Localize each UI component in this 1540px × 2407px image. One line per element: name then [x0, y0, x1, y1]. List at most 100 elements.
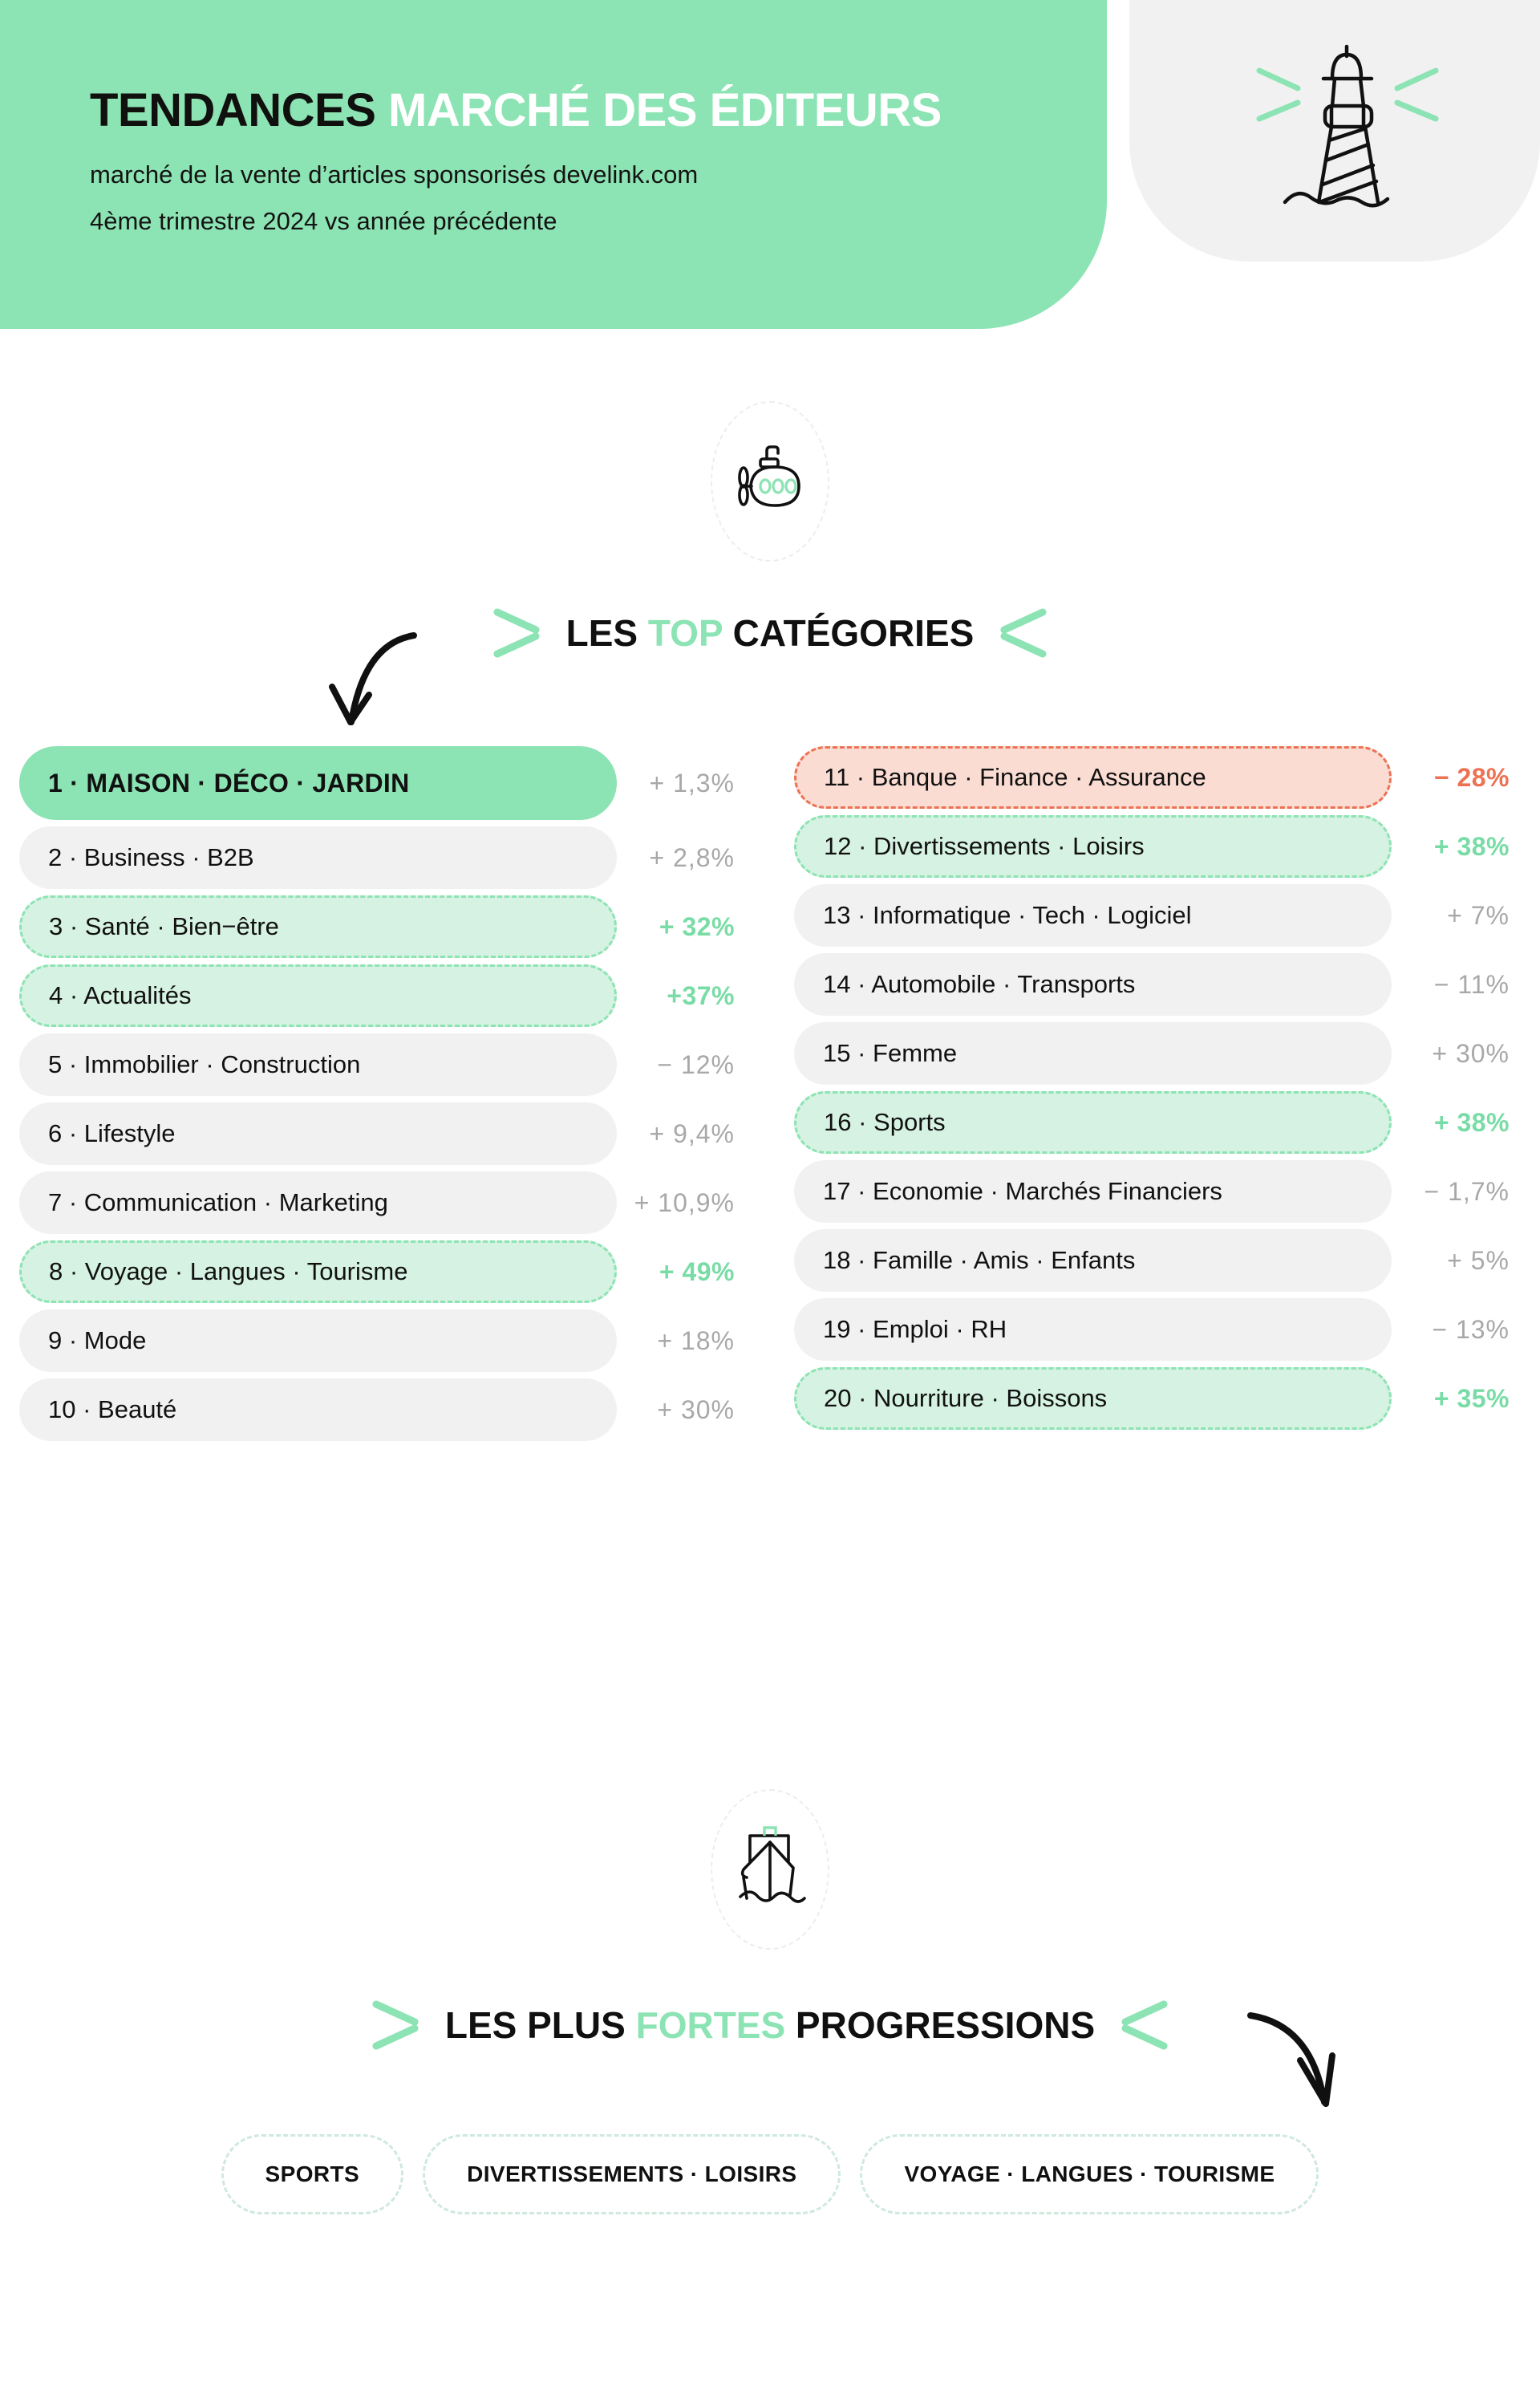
- category-label: 10 · Beauté: [48, 1395, 177, 1423]
- category-row[interactable]: 15 · Femme + 30%: [794, 1022, 1516, 1085]
- progression-tag[interactable]: DIVERTISSEMENTS · LOISIRS: [423, 2134, 841, 2214]
- category-pill[interactable]: 20 · Nourriture · Boissons: [794, 1367, 1392, 1430]
- categories-column-left: 1 · MAISON · DÉCO · JARDIN + 1,3% 2 · Busi…: [19, 746, 741, 1447]
- curved-arrow-down-left-icon: [329, 632, 417, 725]
- category-label: 15 · Femme: [823, 1039, 958, 1067]
- section-title-prefix-2: LES PLUS: [444, 2004, 636, 2046]
- category-percentage: + 38%: [1433, 831, 1510, 861]
- section-title-suffix: CATÉGORIES: [722, 612, 975, 654]
- category-pill[interactable]: 11 · Banque · Finance · Assurance: [794, 746, 1392, 809]
- category-label: 20 · Nourriture · Boissons: [824, 1384, 1108, 1412]
- category-label: 8 · Voyage · Langues · Tourisme: [49, 1257, 408, 1285]
- category-pill[interactable]: 15 · Femme: [794, 1022, 1392, 1085]
- categories-column-right: 11 · Banque · Finance · Assurance − 28% 12…: [794, 746, 1516, 1436]
- category-row[interactable]: 6 · Lifestyle + 9,4%: [19, 1102, 741, 1165]
- category-pill[interactable]: 12 · Divertissements · Loisirs: [794, 815, 1392, 878]
- category-label: 11 · Banque · Finance · Assurance: [824, 763, 1206, 791]
- section-title-highlight-2: FORTES: [635, 2004, 786, 2046]
- section-title-top-categories: LES TOP CATÉGORIES: [566, 611, 975, 655]
- category-pill[interactable]: 4 · Actualités: [19, 964, 617, 1027]
- category-label: 7 · Communication · Marketing: [48, 1188, 388, 1216]
- category-percentage: + 30%: [657, 1394, 735, 1424]
- category-pill[interactable]: 1 · MAISON · DÉCO · JARDIN: [19, 746, 617, 820]
- category-pill[interactable]: 6 · Lifestyle: [19, 1102, 617, 1165]
- category-row[interactable]: 4 · Actualités +37%: [19, 964, 741, 1027]
- category-label: 3 · Santé · Bien−être: [49, 912, 279, 940]
- category-percentage: + 18%: [657, 1325, 735, 1355]
- category-label: 1 · MAISON · DÉCO · JARDIN: [48, 768, 410, 798]
- category-pill[interactable]: 3 · Santé · Bien−être: [19, 895, 617, 958]
- category-pill[interactable]: 16 · Sports: [794, 1091, 1392, 1154]
- ship-icon-circle: [711, 1789, 829, 1950]
- category-row[interactable]: 19 · Emploi · RH − 13%: [794, 1298, 1516, 1361]
- category-percentage: + 2,8%: [649, 842, 735, 872]
- category-row[interactable]: 5 · Immobilier · Construction − 12%: [19, 1033, 741, 1096]
- category-label: 5 · Immobilier · Construction: [48, 1050, 361, 1078]
- category-row[interactable]: 14 · Automobile · Transports − 11%: [794, 953, 1516, 1016]
- page-title-dark: TENDANCES: [90, 84, 376, 136]
- category-row[interactable]: 9 · Mode + 18%: [19, 1309, 741, 1372]
- category-pill[interactable]: 19 · Emploi · RH: [794, 1298, 1392, 1361]
- category-percentage: + 35%: [1433, 1383, 1510, 1413]
- header-subtitle-line1: marché de la vente d’articles sponsorisé…: [90, 160, 699, 189]
- category-label: 17 · Economie · Marchés Financiers: [823, 1177, 1222, 1205]
- category-percentage: +37%: [667, 980, 735, 1010]
- header: TENDANCES MARCHÉ DES ÉDITEURS marché de …: [0, 0, 1540, 345]
- category-pill[interactable]: 14 · Automobile · Transports: [794, 953, 1392, 1016]
- section-title-progressions: LES PLUS FORTES PROGRESSIONS: [445, 2003, 1095, 2047]
- category-percentage: + 38%: [1433, 1107, 1510, 1137]
- category-row[interactable]: 8 · Voyage · Langues · Tourisme + 49%: [19, 1240, 741, 1303]
- category-label: 6 · Lifestyle: [48, 1119, 176, 1147]
- progression-tag[interactable]: SPORTS: [221, 2134, 404, 2214]
- category-row[interactable]: 3 · Santé · Bien−être + 32%: [19, 895, 741, 958]
- category-percentage: + 10,9%: [634, 1187, 735, 1217]
- chevron-right-accent-icon-2: [372, 2000, 419, 2050]
- category-pill[interactable]: 13 · Informatique · Tech · Logiciel: [794, 884, 1392, 947]
- submarine-icon-circle: [711, 401, 829, 562]
- category-pill[interactable]: 7 · Communication · Marketing: [19, 1171, 617, 1234]
- section-title-suffix-2: PROGRESSIONS: [785, 2004, 1096, 2046]
- category-pill[interactable]: 18 · Famille · Amis · Enfants: [794, 1229, 1392, 1292]
- category-percentage: − 11%: [1433, 969, 1510, 999]
- header-subtitle-line2: 4ème trimestre 2024 vs année précédente: [90, 207, 557, 235]
- category-pill[interactable]: 17 · Economie · Marchés Financiers: [794, 1160, 1392, 1223]
- category-percentage: + 7%: [1447, 900, 1510, 930]
- chevron-left-accent-icon: [1000, 608, 1047, 658]
- section-heading-top-categories: LES TOP CATÉGORIES: [0, 606, 1540, 660]
- category-row[interactable]: 1 · MAISON · DÉCO · JARDIN + 1,3%: [19, 746, 741, 820]
- category-row[interactable]: 17 · Economie · Marchés Financiers − 1,7%: [794, 1160, 1516, 1223]
- section-title-highlight: TOP: [647, 612, 723, 654]
- category-pill[interactable]: 2 · Business · B2B: [19, 826, 617, 889]
- category-pill[interactable]: 5 · Immobilier · Construction: [19, 1033, 617, 1096]
- category-label: 16 · Sports: [824, 1108, 946, 1136]
- category-row[interactable]: 20 · Nourriture · Boissons + 35%: [794, 1367, 1516, 1430]
- ship-icon: [739, 1826, 806, 1903]
- category-row[interactable]: 10 · Beauté + 30%: [19, 1378, 741, 1441]
- category-percentage: + 9,4%: [649, 1118, 735, 1148]
- category-label: 12 · Divertissements · Loisirs: [824, 832, 1145, 860]
- category-percentage: + 5%: [1447, 1245, 1510, 1275]
- category-row[interactable]: 16 · Sports + 38%: [794, 1091, 1516, 1154]
- category-label: 4 · Actualités: [49, 981, 192, 1009]
- category-row[interactable]: 13 · Informatique · Tech · Logiciel + 7%: [794, 884, 1516, 947]
- category-percentage: − 13%: [1432, 1314, 1510, 1344]
- category-label: 14 · Automobile · Transports: [823, 970, 1136, 998]
- category-row[interactable]: 18 · Famille · Amis · Enfants + 5%: [794, 1229, 1516, 1292]
- category-percentage: + 32%: [659, 911, 735, 941]
- category-percentage: − 1,7%: [1424, 1176, 1510, 1206]
- top-progressions-tags: SPORTS DIVERTISSEMENTS · LOISIRS VOYAGE · …: [0, 2134, 1540, 2214]
- category-pill[interactable]: 10 · Beauté: [19, 1378, 617, 1441]
- chevron-right-accent-icon: [493, 608, 540, 658]
- category-row[interactable]: 11 · Banque · Finance · Assurance − 28%: [794, 746, 1516, 809]
- category-label: 13 · Informatique · Tech · Logiciel: [823, 901, 1192, 929]
- category-row[interactable]: 12 · Divertissements · Loisirs + 38%: [794, 815, 1516, 878]
- category-label: 19 · Emploi · RH: [823, 1315, 1007, 1343]
- chevron-left-accent-icon-2: [1121, 2000, 1168, 2050]
- category-pill[interactable]: 8 · Voyage · Langues · Tourisme: [19, 1240, 617, 1303]
- progression-tag[interactable]: VOYAGE · LANGUES · TOURISME: [860, 2134, 1319, 2214]
- category-row[interactable]: 7 · Communication · Marketing + 10,9%: [19, 1171, 741, 1234]
- page-title: TENDANCES MARCHÉ DES ÉDITEURS: [90, 83, 942, 137]
- category-row[interactable]: 2 · Business · B2B + 2,8%: [19, 826, 741, 889]
- category-percentage: − 28%: [1433, 762, 1510, 792]
- category-pill[interactable]: 9 · Mode: [19, 1309, 617, 1372]
